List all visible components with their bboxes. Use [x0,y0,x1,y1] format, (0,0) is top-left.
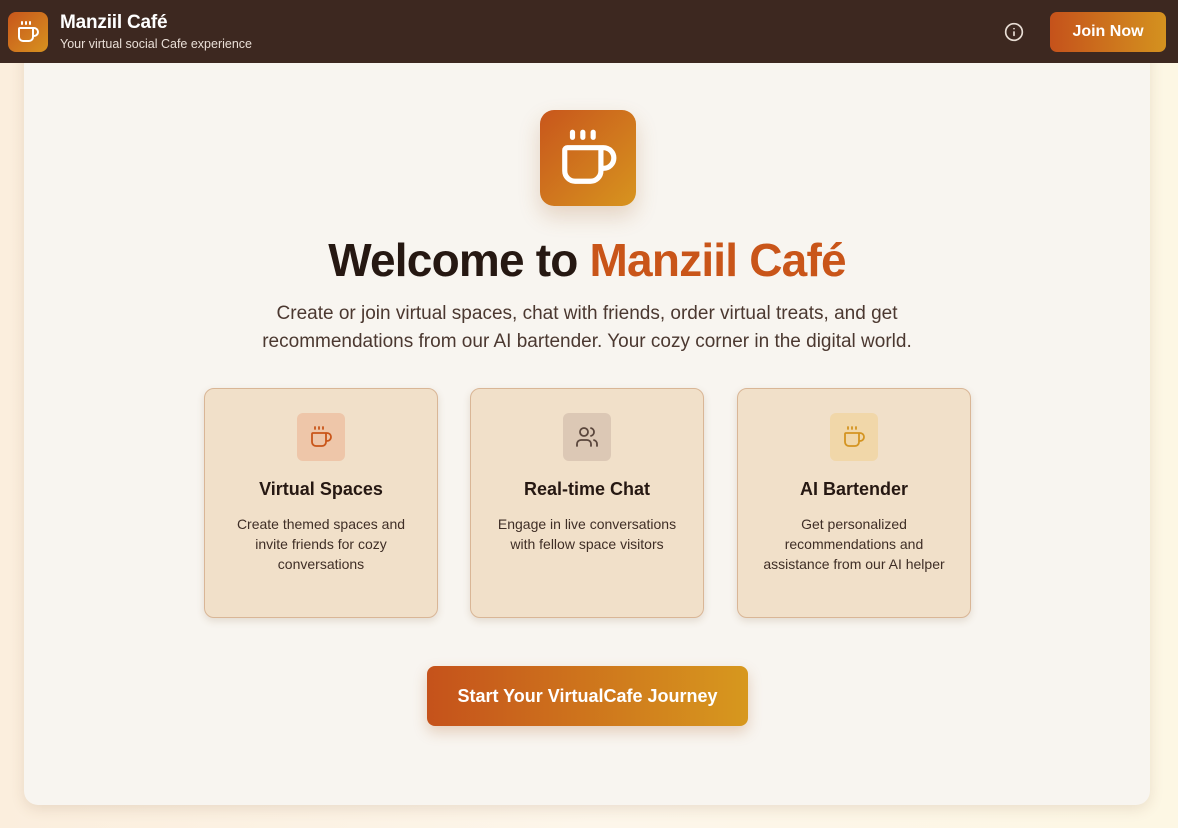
feature-icon-box [563,413,611,461]
start-journey-button[interactable]: Start Your VirtualCafe Journey [427,666,748,726]
join-now-button[interactable]: Join Now [1050,11,1166,52]
welcome-brand-name: Manziil Café [589,234,847,286]
welcome-description: Create or join virtual spaces, chat with… [262,303,912,352]
feature-card-real-time-chat: Real-time Chat Engage in live conversati… [470,388,704,618]
hero-logo [540,110,636,206]
app-subtitle: Your virtual social Cafe experience [60,36,253,51]
coffee-cup-icon [311,426,332,447]
feature-title: Real-time Chat [523,479,651,499]
app-title: Manziil Café [60,11,168,33]
info-button[interactable] [1002,20,1026,44]
feature-title: AI Bartender [799,479,909,499]
top-navbar: Manziil Café Your virtual social Cafe ex… [0,0,1178,63]
coffee-cup-icon [562,129,617,184]
welcome-card: Welcome to Manziil Café Create or join v… [24,40,1150,805]
coffee-cup-icon [18,20,39,42]
feature-card-ai-bartender: AI Bartender Get personalized recommenda… [737,388,971,618]
coffee-cup-icon [844,426,865,447]
feature-description: Create themed spaces and invite friends … [236,516,406,572]
feature-description: Get personalized recommendations and ass… [763,516,945,572]
brand-logo[interactable] [8,11,48,52]
feature-icon-box [830,413,878,461]
feature-icon-box [297,413,345,461]
welcome-prefix: Welcome to [328,234,590,286]
brand-text: Manziil Café Your virtual social Cafe ex… [60,12,252,52]
users-icon [576,427,598,447]
feature-card-virtual-spaces: Virtual Spaces Create themed spaces and … [204,388,438,618]
feature-description: Engage in live conversations with fellow… [497,516,677,552]
welcome-heading: Welcome to Manziil Café [24,232,1150,288]
feature-title: Virtual Spaces [259,479,383,499]
info-icon [1004,22,1024,41]
